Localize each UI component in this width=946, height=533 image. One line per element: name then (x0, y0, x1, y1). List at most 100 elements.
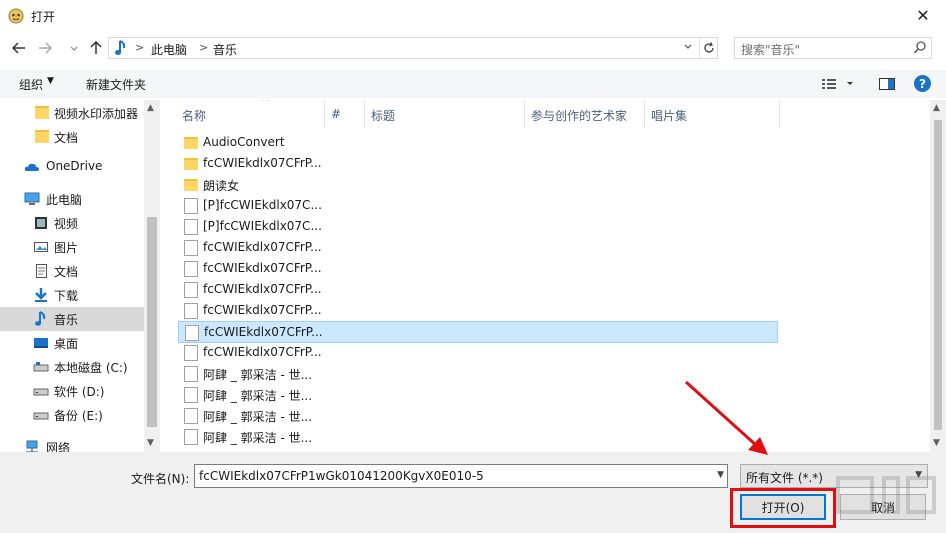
nav-item-label: 文档 (54, 265, 79, 279)
nav-item-label: 桌面 (54, 337, 79, 351)
file-name: [P]fcCWIEkdlx07C... (203, 198, 322, 212)
cancel-button[interactable]: 取消 (840, 494, 926, 520)
window-title: 打开 (31, 10, 56, 24)
nav-item-drive-d[interactable]: 软件 (D:) (0, 379, 144, 403)
filename-input[interactable]: fcCWIEkdlx07CFrP1wGk01041200KgvX0E010-5 … (194, 464, 728, 488)
refresh-button[interactable] (699, 38, 717, 58)
file-row[interactable]: [P]fcCWIEkdlx07C... (178, 195, 778, 217)
nav-item-network[interactable]: 网络 (0, 435, 144, 452)
nav-item-drive-c[interactable]: 本地磁盘 (C:) (0, 355, 144, 379)
file-row[interactable]: fcCWIEkdlx07CFrP... (178, 153, 778, 175)
nav-item-label: 视频水印添加器 (54, 107, 139, 121)
column-header-label: 标题 (371, 109, 396, 123)
music-icon (115, 40, 126, 55)
file-row[interactable]: fcCWIEkdlx07CFrP... (178, 342, 778, 364)
column-header-title[interactable]: 标题 (365, 100, 525, 128)
scroll-down-arrow-icon[interactable]: ▼ (147, 438, 154, 448)
nav-item-label: 软件 (D:) (54, 385, 105, 399)
close-button[interactable]: ✕ (900, 0, 946, 31)
folder-icon (35, 130, 49, 143)
organize-button[interactable]: 组织 (19, 76, 43, 93)
nav-item-downloads[interactable]: 下载 (0, 283, 144, 307)
file-icon (184, 219, 198, 235)
video-icon (35, 217, 47, 229)
forward-button[interactable] (35, 38, 55, 58)
chevron-down-icon (684, 44, 692, 49)
music-icon (35, 311, 46, 326)
column-header-artist[interactable]: 参与创作的艺术家 (525, 100, 645, 128)
file-name: 阿肆 _ 郭采洁 - 世... (203, 389, 313, 403)
file-row[interactable]: fcCWIEkdlx07CFrP... (178, 258, 778, 280)
file-row[interactable]: 阿肆 _ 郭采洁 - 世... (178, 426, 778, 448)
breadcrumb-separator: > (199, 41, 209, 54)
refresh-icon (703, 42, 714, 53)
file-row[interactable]: AudioConvert (178, 132, 778, 154)
forward-arrow-icon (39, 42, 52, 54)
scroll-up-arrow-icon[interactable]: ▲ (147, 103, 154, 113)
nav-item-label: 下载 (54, 289, 79, 303)
file-type-select[interactable]: 所有文件 (*.*) ▼ (740, 464, 928, 488)
file-row[interactable]: 阿肆 _ 郭采洁 - 世... (178, 384, 778, 406)
network-icon (26, 440, 38, 452)
file-name: fcCWIEkdlx07CFrP... (204, 325, 323, 339)
address-dropdown-button[interactable] (683, 40, 693, 57)
help-button[interactable]: ? (914, 75, 931, 92)
folder-icon (184, 137, 198, 149)
file-row[interactable]: 阿肆 _ 郭采洁 - 世... (178, 405, 778, 427)
file-list-scrollbar-thumb[interactable] (934, 120, 942, 430)
nav-item-desktop[interactable]: 桌面 (0, 331, 144, 355)
up-button[interactable] (86, 38, 106, 58)
nav-item-label: OneDrive (46, 159, 103, 173)
recent-locations-button[interactable] (64, 38, 84, 58)
column-header-album[interactable]: 唱片集 (645, 100, 780, 128)
back-button[interactable] (9, 38, 29, 58)
sort-ascending-icon: ^ (261, 100, 270, 108)
breadcrumb-this-pc[interactable]: 此电脑 (151, 41, 187, 58)
file-row[interactable]: fcCWIEkdlx07CFrP... (178, 300, 778, 322)
nav-scrollbar[interactable]: ▲ ▼ (144, 100, 160, 452)
file-row[interactable]: [P]fcCWIEkdlx07C... (178, 216, 778, 238)
nav-item-watermark-folder[interactable]: 视频水印添加器 (0, 101, 144, 125)
file-icon (184, 261, 198, 277)
scroll-down-arrow-icon[interactable]: ▼ (933, 438, 940, 448)
file-row[interactable]: fcCWIEkdlx07CFrP... (178, 237, 778, 259)
search-icon (913, 41, 926, 54)
nav-item-documents[interactable]: 文档 (0, 259, 144, 283)
file-list-scrollbar[interactable]: ▲ ▼ (930, 100, 946, 452)
back-arrow-icon (12, 42, 25, 54)
folder-icon (184, 158, 198, 170)
address-bar[interactable]: > 此电脑 > 音乐 (108, 37, 718, 59)
file-row[interactable]: fcCWIEkdlx07CFrP... (178, 279, 778, 301)
new-folder-button[interactable]: 新建文件夹 (86, 76, 146, 93)
nav-scrollbar-thumb[interactable] (147, 217, 157, 427)
nav-item-pictures[interactable]: 图片 (0, 235, 144, 259)
organize-dropdown-icon: ▼ (47, 76, 54, 86)
nav-item-docs-folder[interactable]: 文档 (0, 125, 144, 149)
file-row[interactable]: 朗读女 (178, 174, 778, 196)
computer-icon (24, 192, 40, 205)
breadcrumb-music[interactable]: 音乐 (213, 41, 237, 58)
folder-icon (184, 179, 198, 191)
search-input[interactable]: 搜索"音乐" (734, 37, 932, 59)
nav-item-drive-e[interactable]: 备份 (E:) (0, 403, 144, 427)
nav-item-onedrive[interactable]: OneDrive (0, 155, 144, 179)
nav-item-label: 备份 (E:) (54, 409, 103, 423)
view-options-icon[interactable] (820, 76, 860, 92)
file-icon (184, 387, 198, 403)
nav-item-music[interactable]: 音乐 (0, 307, 144, 331)
preview-pane-icon[interactable] (878, 76, 896, 92)
up-arrow-icon (90, 41, 102, 54)
column-header-name[interactable]: 名称 ^ (176, 100, 325, 128)
file-row[interactable]: fcCWIEkdlx07CFrP... (178, 321, 778, 343)
drive-icon (33, 362, 49, 372)
column-header-number[interactable]: # (325, 100, 365, 128)
file-row[interactable]: 阿肆 _ 郭采洁 - 世... (178, 363, 778, 385)
nav-item-this-pc[interactable]: 此电脑 (0, 187, 144, 211)
chevron-down-icon[interactable]: ▼ (717, 470, 724, 480)
file-name: 阿肆 _ 郭采洁 - 世... (203, 431, 313, 445)
file-name: 朗读女 (203, 179, 240, 193)
nav-item-videos[interactable]: 视频 (0, 211, 144, 235)
annotation-highlight-box (730, 488, 836, 528)
scroll-up-arrow-icon[interactable]: ▲ (933, 103, 940, 113)
nav-item-label: 图片 (54, 241, 79, 255)
